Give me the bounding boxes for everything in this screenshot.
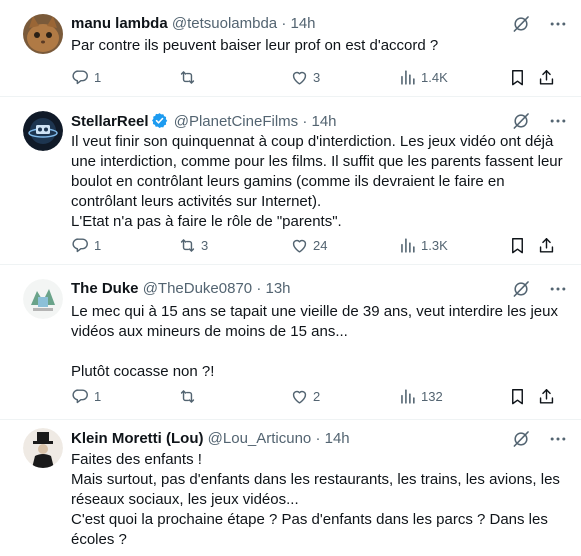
tweet-text: Par contre ils peuvent baiser leur prof … bbox=[71, 37, 439, 54]
separator: · bbox=[256, 280, 262, 297]
action-bar: 1 3 24 1.3K bbox=[71, 234, 569, 256]
timestamp[interactable]: 14h bbox=[312, 113, 337, 130]
more-icon[interactable] bbox=[547, 429, 569, 449]
grok-icon[interactable] bbox=[511, 279, 531, 299]
theduke-avatar-image bbox=[23, 279, 63, 319]
views-button[interactable]: 1.3K bbox=[398, 234, 448, 256]
reply-icon bbox=[71, 236, 90, 255]
user-handle[interactable]: @tetsuolambda bbox=[172, 15, 277, 32]
bookmark-icon bbox=[508, 236, 527, 255]
retweet-button[interactable] bbox=[178, 66, 201, 88]
like-count: 24 bbox=[313, 237, 328, 253]
action-bar: 1 2 132 bbox=[71, 385, 569, 407]
avatar[interactable] bbox=[23, 111, 63, 151]
tweet[interactable]: Klein Moretti (Lou) @Lou_Articuno · 14h … bbox=[0, 420, 581, 556]
display-name[interactable]: Klein Moretti (Lou) bbox=[71, 430, 203, 447]
bookmark-button[interactable] bbox=[508, 66, 527, 88]
user-handle[interactable]: @PlanetCineFilms bbox=[174, 113, 298, 130]
cat-avatar-image bbox=[23, 14, 63, 54]
share-icon bbox=[537, 387, 556, 406]
action-bar: 1 3 1.4K bbox=[71, 66, 569, 88]
tweet[interactable]: The Duke @TheDuke0870 · 13h Le mec qui à… bbox=[0, 265, 581, 420]
grok-icon[interactable] bbox=[511, 111, 531, 131]
retweet-icon bbox=[178, 387, 197, 406]
grok-icon[interactable] bbox=[511, 429, 531, 449]
avatar[interactable] bbox=[23, 428, 63, 468]
display-name[interactable]: manu lambda bbox=[71, 15, 168, 32]
share-icon bbox=[537, 68, 556, 87]
display-name[interactable]: The Duke bbox=[71, 280, 139, 297]
user-handle[interactable]: @TheDuke0870 bbox=[143, 280, 252, 297]
like-icon bbox=[290, 387, 309, 406]
views-icon bbox=[398, 68, 417, 87]
like-button[interactable]: 24 bbox=[290, 234, 327, 256]
tweet-header: manu lambda @tetsuolambda · 14h bbox=[71, 15, 541, 33]
reply-icon bbox=[71, 68, 90, 87]
avatar[interactable] bbox=[23, 279, 63, 319]
tweet-header: StellarReel @PlanetCineFilms · 14h bbox=[71, 112, 541, 131]
retweet-button[interactable] bbox=[178, 385, 201, 407]
grok-icon[interactable] bbox=[511, 14, 531, 34]
views-icon bbox=[398, 387, 417, 406]
separator: · bbox=[315, 430, 321, 447]
like-count: 2 bbox=[313, 388, 321, 404]
like-button[interactable]: 3 bbox=[290, 66, 320, 88]
tweet-text: Le mec qui à 15 ans se tapait une vieill… bbox=[71, 303, 558, 380]
tweet-header: Klein Moretti (Lou) @Lou_Articuno · 14h bbox=[71, 430, 541, 448]
share-button[interactable] bbox=[537, 66, 556, 88]
views-count: 132 bbox=[421, 388, 443, 404]
separator: · bbox=[281, 15, 287, 32]
bookmark-icon bbox=[508, 68, 527, 87]
timestamp[interactable]: 13h bbox=[266, 280, 291, 297]
views-count: 1.3K bbox=[421, 237, 448, 253]
reply-count: 1 bbox=[94, 237, 102, 253]
reply-count: 1 bbox=[94, 69, 102, 85]
more-icon[interactable] bbox=[547, 14, 569, 34]
share-icon bbox=[537, 236, 556, 255]
bookmark-button[interactable] bbox=[508, 385, 527, 407]
like-icon bbox=[290, 236, 309, 255]
reply-button[interactable]: 1 bbox=[71, 234, 101, 256]
views-button[interactable]: 1.4K bbox=[398, 66, 448, 88]
reply-button[interactable]: 1 bbox=[71, 385, 101, 407]
share-button[interactable] bbox=[537, 234, 556, 256]
display-name[interactable]: StellarReel bbox=[71, 113, 149, 130]
timestamp[interactable]: 14h bbox=[291, 15, 316, 32]
reply-icon bbox=[71, 387, 90, 406]
stellarreel-avatar-image bbox=[23, 111, 63, 151]
like-count: 3 bbox=[313, 69, 321, 85]
avatar[interactable] bbox=[23, 14, 63, 54]
retweet-count: 3 bbox=[201, 237, 209, 253]
reply-count: 1 bbox=[94, 388, 102, 404]
retweet-icon bbox=[178, 236, 197, 255]
tweet-header: The Duke @TheDuke0870 · 13h bbox=[71, 280, 541, 298]
share-button[interactable] bbox=[537, 385, 556, 407]
verified-badge-icon bbox=[151, 112, 168, 129]
user-handle[interactable]: @Lou_Articuno bbox=[208, 430, 312, 447]
like-button[interactable]: 2 bbox=[290, 385, 320, 407]
tweet[interactable]: manu lambda @tetsuolambda · 14h Par cont… bbox=[0, 0, 581, 97]
views-button[interactable]: 132 bbox=[398, 385, 443, 407]
retweet-icon bbox=[178, 68, 197, 87]
tweet-text: Faites des enfants ! Mais surtout, pas d… bbox=[71, 451, 560, 548]
bookmark-button[interactable] bbox=[508, 234, 527, 256]
retweet-button[interactable]: 3 bbox=[178, 234, 208, 256]
tweet[interactable]: StellarReel @PlanetCineFilms · 14h Il ve… bbox=[0, 97, 581, 265]
more-icon[interactable] bbox=[547, 111, 569, 131]
views-count: 1.4K bbox=[421, 69, 448, 85]
like-icon bbox=[290, 68, 309, 87]
timestamp[interactable]: 14h bbox=[325, 430, 350, 447]
more-icon[interactable] bbox=[547, 279, 569, 299]
views-icon bbox=[398, 236, 417, 255]
top-hat-figure-avatar-image bbox=[23, 428, 63, 468]
reply-button[interactable]: 1 bbox=[71, 66, 101, 88]
separator: · bbox=[302, 113, 308, 130]
tweet-text: Il veut finir son quinquennat à coup d'i… bbox=[71, 133, 563, 230]
bookmark-icon bbox=[508, 387, 527, 406]
